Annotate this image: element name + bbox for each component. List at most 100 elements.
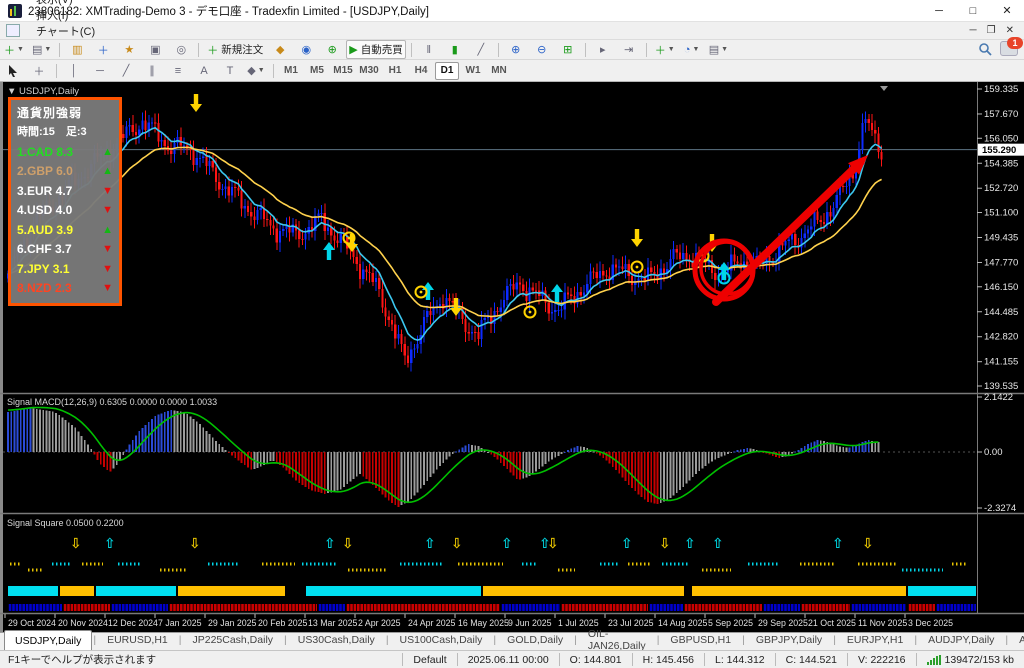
square-trend-bar bbox=[346, 604, 500, 611]
chart-tab[interactable]: OIL-JAN26,Daily bbox=[578, 631, 656, 649]
square-regime-bar bbox=[306, 586, 481, 596]
strength-row-label: 6.CHF 3.7 bbox=[17, 242, 72, 256]
date-axis-label: 11 Nov 2025 bbox=[858, 618, 907, 628]
buy-signal-arrow-icon-tail bbox=[327, 250, 331, 260]
chart-tab[interactable]: EURJPY,H1 bbox=[837, 631, 913, 649]
strength-row-label: 5.AUD 3.9 bbox=[17, 223, 73, 237]
chart-canvas[interactable]: 159.335157.670156.050154.385152.720151.1… bbox=[0, 82, 1024, 632]
price-axis-label: 139.535 bbox=[984, 381, 1018, 392]
zoom-in-button[interactable]: ⊕ bbox=[504, 40, 528, 59]
chart-tab[interactable]: US100Cash,Daily bbox=[390, 631, 493, 649]
strength-row: 4.USD 4.0▼ bbox=[17, 201, 113, 221]
indicators-button[interactable]: ＋▼ bbox=[652, 40, 678, 59]
chart-tab-active[interactable]: USDJPY,Daily bbox=[4, 630, 92, 650]
sell-signal-arrow-icon-tail bbox=[194, 94, 198, 104]
chart-tab[interactable]: US30Cash,Daily bbox=[288, 631, 385, 649]
chart-tab[interactable]: AUDUSD,H1 bbox=[1009, 631, 1024, 649]
chart-tab[interactable]: GBPJPY,Daily bbox=[746, 631, 832, 649]
text-label-tool[interactable]: T bbox=[218, 61, 242, 80]
status-segment: 2025.06.11 00:00 bbox=[457, 653, 559, 666]
strength-panel-title: 通貨別強弱 bbox=[17, 104, 113, 121]
chart-child-icon[interactable] bbox=[6, 24, 20, 37]
chart-shift-button[interactable]: ⇥ bbox=[617, 40, 641, 59]
square-down-arrow-icon: ⇩ bbox=[659, 535, 671, 551]
status-segment: L: 144.312 bbox=[704, 653, 775, 666]
profiles-button[interactable]: ▤▼ bbox=[29, 40, 54, 59]
down-arrow-icon: ▼ bbox=[102, 282, 113, 294]
square-down-arrow-icon: ⇩ bbox=[451, 535, 463, 551]
square-trend-bar bbox=[8, 604, 62, 611]
timeframe-button-m1[interactable]: M1 bbox=[279, 62, 303, 80]
date-axis-label: 21 Oct 2025 bbox=[808, 618, 856, 628]
cursor-tool[interactable] bbox=[1, 61, 25, 80]
maximize-button[interactable]: □ bbox=[956, 0, 990, 21]
up-arrow-icon: ▲ bbox=[102, 224, 113, 236]
square-trend-bar bbox=[684, 604, 762, 611]
square-up-arrow-icon: ⇧ bbox=[104, 535, 116, 551]
channel-tool[interactable]: ∥ bbox=[140, 61, 164, 80]
date-axis-label: 3 Dec 2025 bbox=[908, 618, 953, 628]
crosshair-tool[interactable]: ＋ bbox=[27, 61, 51, 80]
status-bar: F1キーでヘルプが表示されます Default2025.06.11 00:00O… bbox=[0, 650, 1024, 668]
timeframe-button-m15[interactable]: M15 bbox=[331, 62, 355, 80]
square-trend-bar bbox=[111, 604, 168, 611]
notifications-icon[interactable]: 1 bbox=[1000, 41, 1018, 56]
auto-trading-button[interactable]: ▶自動売買 bbox=[346, 40, 405, 59]
timeframe-button-w1[interactable]: W1 bbox=[461, 62, 485, 80]
status-segment: H: 145.456 bbox=[632, 653, 704, 666]
strategy-tester-icon[interactable]: ◎ bbox=[169, 40, 193, 59]
search-icon[interactable] bbox=[978, 42, 992, 56]
child-minimize-button[interactable]: ─ bbox=[970, 25, 977, 36]
strength-row: 6.CHF 3.7▼ bbox=[17, 240, 113, 260]
timeframe-button-m30[interactable]: M30 bbox=[357, 62, 381, 80]
periods-button[interactable]: ◔▼ bbox=[680, 40, 704, 59]
timeframe-button-h1[interactable]: H1 bbox=[383, 62, 407, 80]
vertical-line-tool[interactable]: │ bbox=[62, 61, 86, 80]
macd-axis-label: -2.3274 bbox=[984, 503, 1016, 514]
horizontal-line-tool[interactable]: ─ bbox=[88, 61, 112, 80]
timeframe-button-h4[interactable]: H4 bbox=[409, 62, 433, 80]
data-window-icon[interactable]: ＋ bbox=[91, 40, 115, 59]
timeframe-button-d1[interactable]: D1 bbox=[435, 62, 459, 80]
menu-item[interactable]: チャート(C) bbox=[28, 23, 117, 39]
square-up-arrow-icon: ⇧ bbox=[621, 535, 633, 551]
child-close-button[interactable]: ✕ bbox=[1006, 25, 1014, 36]
auto-scroll-button[interactable]: ▸ bbox=[591, 40, 615, 59]
timeframe-button-m5[interactable]: M5 bbox=[305, 62, 329, 80]
metaeditor-icon[interactable]: ◆ bbox=[268, 40, 292, 59]
candlestick-chart-button[interactable]: ▮ bbox=[443, 40, 467, 59]
chart-tab[interactable]: JP225Cash,Daily bbox=[182, 631, 283, 649]
data-traffic: 139472/153 kb bbox=[945, 654, 1014, 666]
trendline-tool[interactable]: ╱ bbox=[114, 61, 138, 80]
text-tool[interactable]: A bbox=[192, 61, 216, 80]
child-restore-button[interactable]: ❐ bbox=[987, 25, 996, 36]
market-watch-icon[interactable]: ▥ bbox=[65, 40, 89, 59]
chart-tab[interactable]: GBPUSD,H1 bbox=[660, 631, 741, 649]
templates-button[interactable]: ▤▼ bbox=[706, 40, 731, 59]
zoom-out-button[interactable]: ⊖ bbox=[530, 40, 554, 59]
terminal-icon[interactable]: ▣ bbox=[143, 40, 167, 59]
chart-tab[interactable]: AUDJPY,Daily bbox=[918, 631, 1004, 649]
shapes-tool[interactable]: ◆▼ bbox=[244, 61, 268, 80]
timeframe-button-mn[interactable]: MN bbox=[487, 62, 511, 80]
square-up-arrow-icon: ⇧ bbox=[324, 535, 336, 551]
new-order-button[interactable]: ＋新規注文 bbox=[204, 40, 266, 59]
line-chart-button[interactable]: ╱ bbox=[469, 40, 493, 59]
close-button[interactable]: ✕ bbox=[990, 0, 1024, 21]
navigator-icon[interactable]: ★ bbox=[117, 40, 141, 59]
sell-signal-arrow-icon-tail bbox=[635, 229, 639, 239]
mql-community-icon[interactable]: ◉ bbox=[294, 40, 318, 59]
tile-windows-button[interactable]: ⊞ bbox=[556, 40, 580, 59]
fibonacci-tool[interactable]: ≡ bbox=[166, 61, 190, 80]
new-chart-button[interactable]: ＋▼ bbox=[1, 40, 27, 59]
title-bar: 23806182: XMTrading-Demo 3 - デモ口座 - Trad… bbox=[0, 0, 1024, 22]
date-axis-label: 29 Sep 2025 bbox=[758, 618, 808, 628]
price-axis-label: 142.820 bbox=[984, 332, 1018, 343]
bar-chart-button[interactable]: ‖ bbox=[417, 40, 441, 59]
chart-tab[interactable]: GOLD,Daily bbox=[497, 631, 573, 649]
minimize-button[interactable]: ─ bbox=[922, 0, 956, 21]
web-terminal-icon[interactable]: ⊕ bbox=[320, 40, 344, 59]
chart-tab[interactable]: EURUSD,H1 bbox=[97, 631, 178, 649]
square-regime-bar bbox=[483, 586, 684, 596]
menu-item[interactable]: 挿入(I) bbox=[28, 7, 117, 23]
